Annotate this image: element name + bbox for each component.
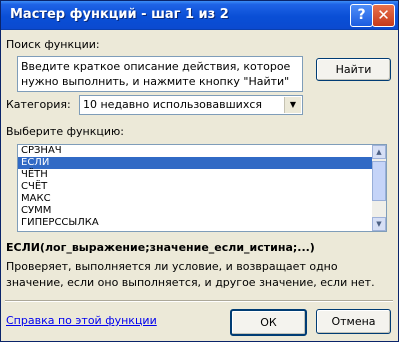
- ok-button[interactable]: ОК: [230, 309, 307, 336]
- search-input[interactable]: Введите краткое описание действия, котор…: [17, 56, 303, 92]
- function-list-item[interactable]: ЧЁТН: [18, 169, 386, 181]
- cancel-button-label: Отмена: [331, 315, 376, 328]
- function-list-item[interactable]: СУММ: [18, 205, 386, 217]
- close-button[interactable]: ✕: [372, 4, 395, 27]
- arrow-down-icon[interactable]: ▼: [372, 217, 386, 231]
- function-list-item[interactable]: СЧЁТ: [18, 181, 386, 193]
- list-scrollbar[interactable]: ▲ ▼: [372, 145, 386, 231]
- arrow-up-icon[interactable]: ▲: [372, 145, 386, 159]
- function-list-label: Выберите функцию:: [6, 125, 124, 138]
- separator: [5, 300, 393, 302]
- function-wizard-dialog: Мастер функций - шаг 1 из 2 ? ✕ Поиск фу…: [0, 0, 399, 342]
- ok-button-label: ОК: [260, 316, 277, 329]
- function-description: Проверяет, выполняется ли условие, и воз…: [6, 260, 375, 289]
- function-list-item[interactable]: СРЗНАЧ: [18, 145, 386, 157]
- help-title-button[interactable]: ?: [350, 4, 373, 27]
- function-list-item[interactable]: МАКС: [18, 193, 386, 205]
- title-bar[interactable]: Мастер функций - шаг 1 из 2 ? ✕: [1, 1, 398, 30]
- function-list-item[interactable]: ГИПЕРССЫЛКА: [18, 217, 386, 229]
- search-label: Поиск функции:: [6, 38, 100, 51]
- category-label: Категория:: [6, 98, 71, 111]
- find-button-label: Найти: [335, 63, 372, 76]
- cancel-button[interactable]: Отмена: [316, 309, 391, 334]
- scrollbar-thumb[interactable]: [372, 161, 386, 201]
- window-title: Мастер функций - шаг 1 из 2: [10, 7, 229, 22]
- category-value: 10 недавно использовавшихся: [83, 98, 263, 111]
- chevron-down-icon[interactable]: ▼: [284, 97, 301, 113]
- function-syntax: ЕСЛИ(лог_выражение;значение_если_истина;…: [6, 241, 315, 254]
- category-select[interactable]: 10 недавно использовавшихся ▼: [79, 95, 303, 115]
- function-list-item[interactable]: ЕСЛИ: [18, 157, 386, 169]
- function-list[interactable]: СРЗНАЧ ЕСЛИ ЧЁТН СЧЁТ МАКС СУММ ГИПЕРССЫЛКА ▲ …: [17, 144, 387, 232]
- find-button[interactable]: Найти: [316, 58, 391, 81]
- function-help-link[interactable]: Справка по этой функции: [6, 314, 157, 327]
